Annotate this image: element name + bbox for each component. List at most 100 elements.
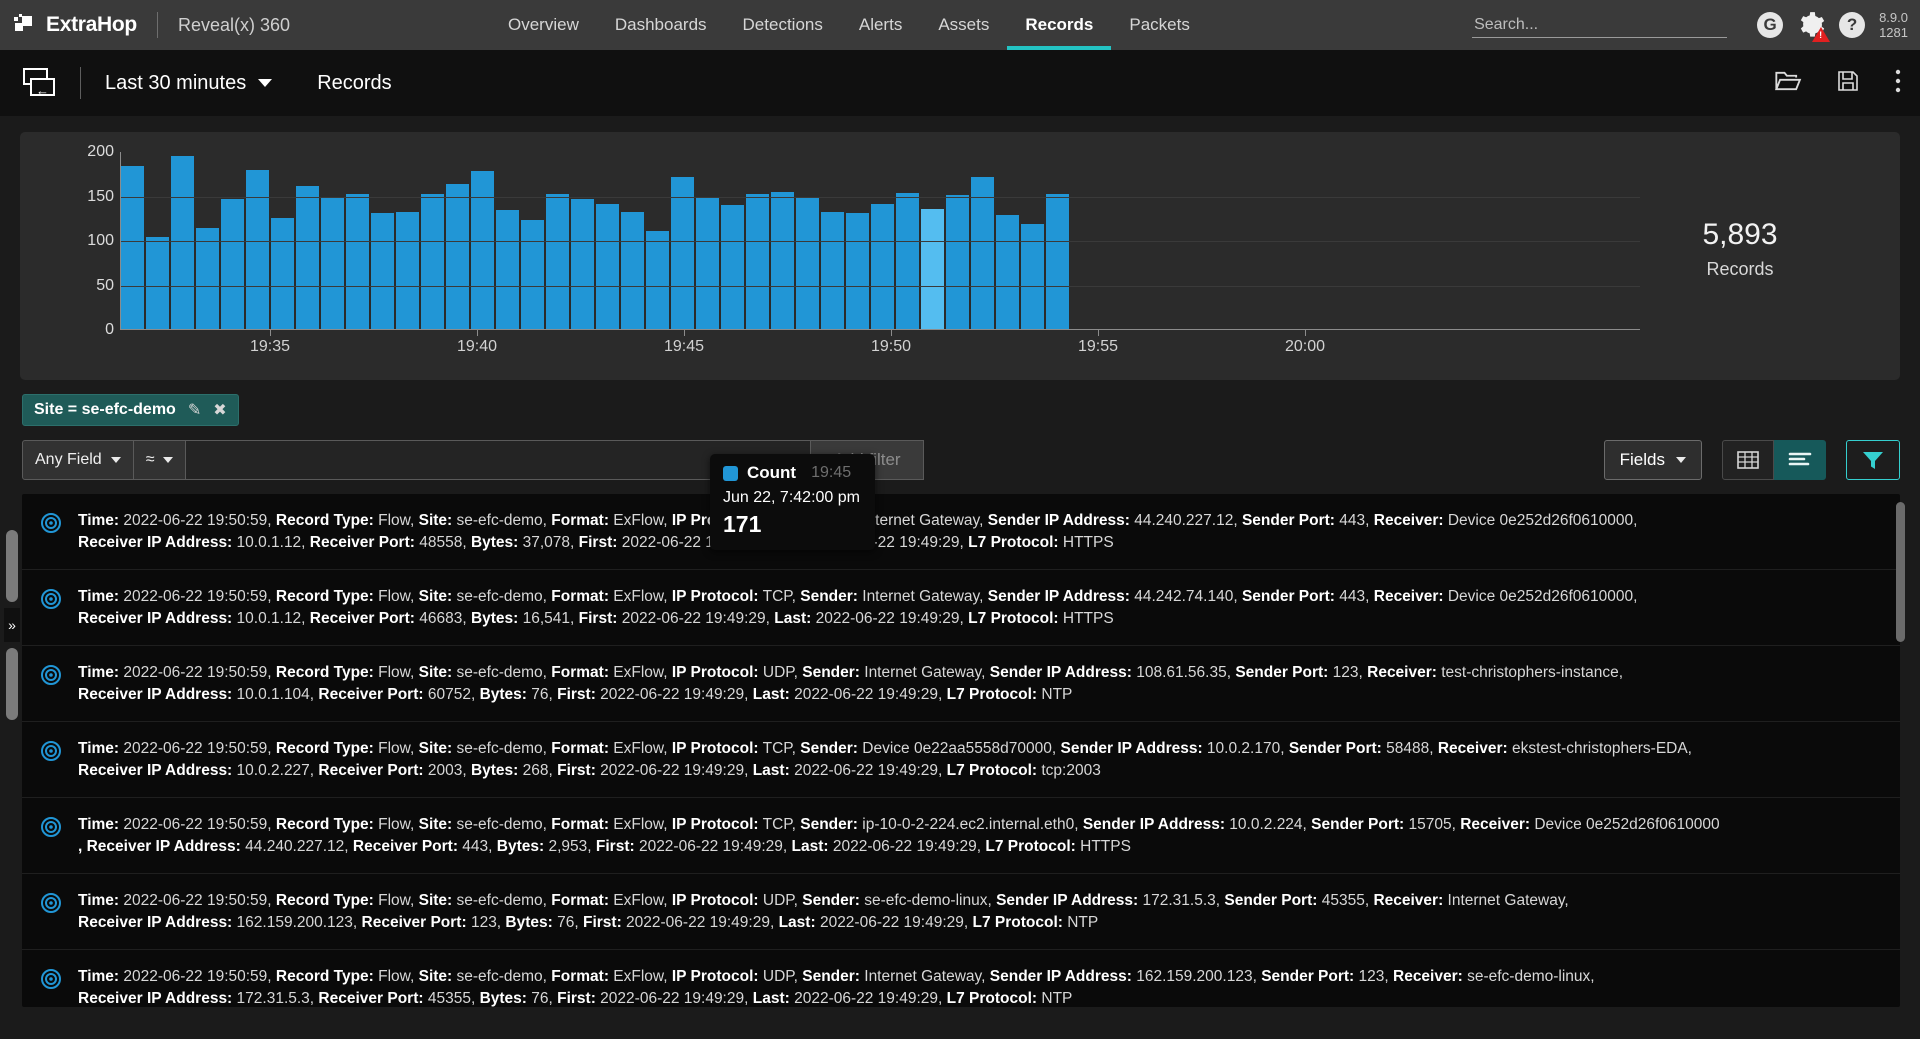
chart-bar[interactable] <box>371 213 394 329</box>
chart-bar[interactable] <box>321 197 344 329</box>
chart-bar[interactable] <box>1046 193 1069 329</box>
filter-toggle-button[interactable] <box>1846 440 1900 480</box>
chart-bar[interactable] <box>971 176 994 329</box>
close-icon[interactable]: ✖ <box>213 400 226 420</box>
chart-bar[interactable] <box>396 212 419 329</box>
record-row[interactable]: Time: 2022-06-22 19:50:59, Record Type: … <box>22 646 1900 722</box>
list-view-button[interactable] <box>1774 440 1826 480</box>
left-panel-resize-handle[interactable]: » <box>4 530 20 720</box>
chart-bar[interactable] <box>146 237 169 329</box>
save-icon[interactable] <box>1836 69 1860 98</box>
chart-bar[interactable] <box>646 231 669 329</box>
warning-badge-icon <box>1812 27 1831 42</box>
chart-bar[interactable] <box>521 220 544 329</box>
record-field-value: Flow, <box>373 892 419 909</box>
more-vertical-icon[interactable] <box>1894 68 1902 99</box>
nav-tab-overview[interactable]: Overview <box>490 4 597 50</box>
chart-bar[interactable] <box>921 208 944 329</box>
nav-tab-dashboards[interactable]: Dashboards <box>597 4 725 50</box>
chart-bar[interactable] <box>846 213 869 329</box>
page-title: Records <box>317 71 392 94</box>
chart-bar[interactable] <box>946 194 969 329</box>
record-field-value: se-efc-demo-linux, <box>1462 968 1595 985</box>
record-detail-icon[interactable] <box>41 817 61 842</box>
chart-bar[interactable] <box>246 169 269 329</box>
chart-bar[interactable] <box>721 205 744 329</box>
help-icon[interactable]: ? <box>1839 12 1866 38</box>
chart-bar[interactable] <box>696 198 719 329</box>
chart-bar[interactable] <box>1021 223 1044 329</box>
chevron-double-right-icon[interactable]: » <box>4 608 20 642</box>
operator-selector[interactable]: ≈ <box>133 440 187 480</box>
record-row[interactable]: Time: 2022-06-22 19:50:59, Record Type: … <box>22 494 1900 570</box>
record-row[interactable]: Time: 2022-06-22 19:50:59, Record Type: … <box>22 798 1900 874</box>
record-line: Time: 2022-06-22 19:50:59, Record Type: … <box>78 586 1637 608</box>
records-list-scrollbar[interactable] <box>1896 494 1905 1007</box>
chart-bar[interactable] <box>871 204 894 329</box>
search-box[interactable] <box>1472 13 1728 38</box>
nav-tab-detections[interactable]: Detections <box>725 4 841 50</box>
chart-bar[interactable] <box>496 209 519 329</box>
record-row[interactable]: Time: 2022-06-22 19:50:59, Record Type: … <box>22 950 1900 1007</box>
chart-bar[interactable] <box>346 193 369 329</box>
record-text: Time: 2022-06-22 19:50:59, Record Type: … <box>78 966 1595 1007</box>
folder-open-icon[interactable] <box>1774 69 1802 98</box>
scrollbar-thumb[interactable] <box>1896 502 1905 642</box>
records-timeline-chart[interactable]: 200 150 100 50 0 19:35 19:40 19:45 19:50 19:55 20… <box>20 132 1900 550</box>
nav-tab-records[interactable]: Records <box>1007 4 1112 50</box>
chart-bar[interactable] <box>196 228 219 329</box>
time-range-selector[interactable]: Last 30 minutes <box>105 72 273 95</box>
chart-bar[interactable] <box>771 191 794 329</box>
chart-bar[interactable] <box>571 199 594 329</box>
x-axis-tick-label: 20:00 <box>1284 338 1326 355</box>
filter-chip-site[interactable]: Site = se-efc-demo ✎ ✖ <box>22 394 239 426</box>
chart-bar[interactable] <box>821 211 844 329</box>
record-detail-icon[interactable] <box>41 893 61 918</box>
chart-bar[interactable] <box>996 215 1019 329</box>
nav-tab-packets[interactable]: Packets <box>1111 4 1207 50</box>
nav-tab-alerts[interactable]: Alerts <box>841 4 920 50</box>
record-field-value: UDP, <box>758 968 803 985</box>
search-input[interactable] <box>1474 15 1726 34</box>
record-detail-icon[interactable] <box>41 741 61 766</box>
record-detail-icon[interactable] <box>41 665 61 690</box>
chart-bar[interactable] <box>671 176 694 329</box>
record-detail-icon[interactable] <box>41 513 61 538</box>
record-field-key: Record Type: <box>275 968 374 985</box>
chart-bar[interactable] <box>896 192 919 329</box>
collapse-panel-icon[interactable]: ← <box>18 66 58 100</box>
chart-bar[interactable] <box>121 166 144 329</box>
chart-bar[interactable] <box>596 204 619 329</box>
chart-bar[interactable] <box>446 183 469 329</box>
record-field-value: NTP <box>1062 914 1099 931</box>
y-axis-tick-label: 50 <box>96 276 114 294</box>
fields-dropdown-button[interactable]: Fields <box>1603 440 1702 480</box>
chart-bar[interactable] <box>421 193 444 329</box>
chart-bar[interactable] <box>621 212 644 329</box>
settings-gear-icon[interactable] <box>1797 11 1831 42</box>
record-detail-icon[interactable] <box>41 969 61 994</box>
chart-bar[interactable] <box>796 198 819 329</box>
record-field-key: First: <box>582 914 622 931</box>
record-row[interactable]: Time: 2022-06-22 19:50:59, Record Type: … <box>22 570 1900 646</box>
record-field-value: 2022-06-22 19:49:29, <box>828 838 986 855</box>
chart-bar[interactable] <box>746 193 769 329</box>
record-text: Time: 2022-06-22 19:50:59, Record Type: … <box>78 738 1692 782</box>
account-avatar[interactable]: G <box>1757 12 1784 38</box>
record-detail-icon[interactable] <box>41 589 61 614</box>
field-selector[interactable]: Any Field <box>22 440 134 480</box>
nav-tab-assets[interactable]: Assets <box>920 4 1007 50</box>
chart-tooltip: Count 19:45 Jun 22, 7:42:00 pm 171 <box>710 454 875 550</box>
chart-bar[interactable] <box>171 156 194 329</box>
record-row[interactable]: Time: 2022-06-22 19:50:59, Record Type: … <box>22 874 1900 950</box>
chart-bar[interactable] <box>271 217 294 329</box>
chart-bar[interactable] <box>546 193 569 329</box>
chart-bar[interactable] <box>221 199 244 329</box>
grid-view-button[interactable] <box>1722 440 1774 480</box>
brand-logo[interactable]: ExtraHop <box>0 13 137 37</box>
chart-bar[interactable] <box>471 170 494 329</box>
record-row[interactable]: Time: 2022-06-22 19:50:59, Record Type: … <box>22 722 1900 798</box>
record-field-key: Record Type: <box>275 512 374 529</box>
chart-bar[interactable] <box>296 185 319 329</box>
pencil-icon[interactable]: ✎ <box>188 400 201 420</box>
